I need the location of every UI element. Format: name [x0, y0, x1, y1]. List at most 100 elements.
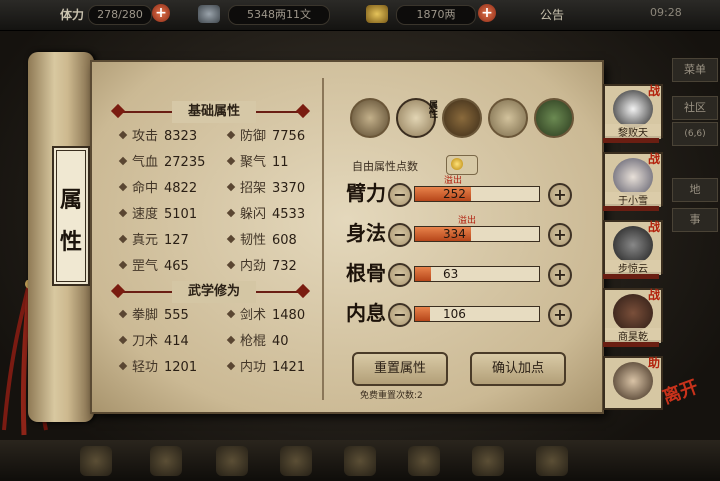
compass-icon[interactable]	[534, 98, 574, 138]
stat-value: 608	[272, 233, 297, 248]
diamond-icon	[118, 130, 128, 140]
clock: 09:28	[650, 6, 682, 19]
stat-value: 40	[272, 334, 289, 349]
allocation-name: 根骨	[346, 261, 386, 285]
map-tab[interactable]: 地	[672, 178, 718, 202]
stat-item: 罡气 465	[118, 257, 189, 277]
stat-value: 465	[164, 259, 189, 274]
portrait	[613, 294, 653, 332]
stat-value: 414	[164, 334, 189, 349]
portrait	[613, 158, 653, 196]
money-icon	[198, 5, 220, 23]
portrait	[613, 90, 653, 128]
stat-item: 韧性 608	[226, 231, 297, 251]
bagua-icon[interactable]	[442, 98, 482, 138]
stat-value: 127	[164, 233, 189, 248]
party-member-name: 步惊云	[605, 260, 661, 275]
increase-button[interactable]: +	[548, 263, 572, 287]
bottom-menu-icon[interactable]	[150, 446, 182, 476]
stat-value: 7756	[272, 129, 306, 144]
add-stamina-button[interactable]: +	[152, 4, 170, 22]
stamina-value: 278/280	[88, 5, 152, 25]
bottom-menu-icon[interactable]	[280, 446, 312, 476]
diamond-icon	[118, 260, 128, 270]
diamond-icon	[226, 156, 236, 166]
menu-tab[interactable]: 菜单	[672, 58, 718, 82]
add-gold-button[interactable]: +	[478, 4, 496, 22]
bottom-menu-icon[interactable]	[472, 446, 504, 476]
stat-value: 27235	[164, 155, 206, 170]
stat-value: 3370	[272, 181, 306, 196]
diamond-icon	[226, 309, 236, 319]
stat-item: 剑术 1480	[226, 306, 306, 326]
allocation-bar: 334	[414, 226, 540, 242]
party-member-bar	[603, 342, 659, 347]
allocation-name: 臂力	[346, 181, 386, 205]
bottom-menu-icon[interactable]	[216, 446, 248, 476]
overflow-label: 溢出	[458, 216, 477, 226]
gold-value: 1870两	[396, 5, 476, 25]
bottom-menu-icon[interactable]	[344, 446, 376, 476]
diamond-icon	[118, 156, 128, 166]
increase-button[interactable]: +	[548, 183, 572, 207]
stat-item: 命中 4822	[118, 179, 197, 199]
party-member-bar	[603, 274, 659, 279]
bottom-menu-icon[interactable]	[80, 446, 112, 476]
gold-icon	[366, 5, 388, 23]
stat-label: 真元	[132, 233, 159, 248]
decrease-button[interactable]: −	[388, 263, 412, 287]
stat-item: 聚气 11	[226, 153, 289, 173]
party-member-bar	[603, 206, 659, 211]
diamond-icon	[226, 234, 236, 244]
free-reset-count: 免费重置次数:2	[360, 391, 423, 401]
bottom-menu-icon[interactable]	[408, 446, 440, 476]
party-member-bar	[603, 138, 659, 143]
reset-attributes-button[interactable]: 重置属性	[352, 352, 448, 386]
role-tag: 战	[648, 220, 661, 234]
portrait	[613, 362, 653, 400]
stat-label: 速度	[132, 207, 159, 222]
role-tag: 战	[648, 288, 661, 302]
martial-attributes-title: 武学修为	[172, 281, 256, 303]
muscle-icon[interactable]	[488, 98, 528, 138]
confirm-points-button[interactable]: 确认加点	[470, 352, 566, 386]
stat-label: 拳脚	[132, 308, 159, 323]
events-tab[interactable]: 事	[672, 208, 718, 232]
stat-item: 内劲 732	[226, 257, 297, 277]
allocation-name: 内息	[346, 301, 386, 325]
role-tag: 战	[648, 84, 661, 98]
stat-value: 1421	[272, 360, 306, 375]
bottom-menu-icon[interactable]	[536, 446, 568, 476]
head-icon[interactable]	[350, 98, 390, 138]
decrease-button[interactable]: −	[388, 183, 412, 207]
increase-button[interactable]: +	[548, 223, 572, 247]
diamond-icon	[226, 260, 236, 270]
decrease-button[interactable]: −	[388, 303, 412, 327]
decrease-button[interactable]: −	[388, 223, 412, 247]
stat-label: 气血	[132, 155, 159, 170]
stat-item: 速度 5101	[118, 205, 198, 225]
allocation-name: 身法	[346, 221, 386, 245]
stat-item: 招架 3370	[226, 179, 306, 199]
announcement-button[interactable]: 公告	[540, 6, 564, 23]
community-tab[interactable]: 社区	[672, 96, 718, 120]
stat-item: 内功 1421	[226, 358, 306, 378]
stat-label: 攻击	[132, 129, 159, 144]
stat-label: 韧性	[240, 233, 267, 248]
stat-label: 轻功	[132, 360, 159, 375]
stat-label: 枪棍	[240, 334, 267, 349]
stat-value: 11	[272, 155, 289, 170]
stat-item: 攻击 8323	[118, 127, 197, 147]
stat-item: 躲闪 4533	[226, 205, 305, 225]
diamond-icon	[226, 182, 236, 192]
stamina-label: 体力	[60, 8, 85, 22]
stat-value: 732	[272, 259, 297, 274]
stat-item: 气血 27235	[118, 153, 206, 173]
stat-value: 1480	[272, 308, 306, 323]
stat-item: 防御 7756	[226, 127, 306, 147]
stat-label: 躲闪	[240, 207, 267, 222]
stat-label: 命中	[132, 181, 159, 196]
stat-value: 5101	[164, 207, 198, 222]
diamond-icon	[118, 335, 128, 345]
increase-button[interactable]: +	[548, 303, 572, 327]
